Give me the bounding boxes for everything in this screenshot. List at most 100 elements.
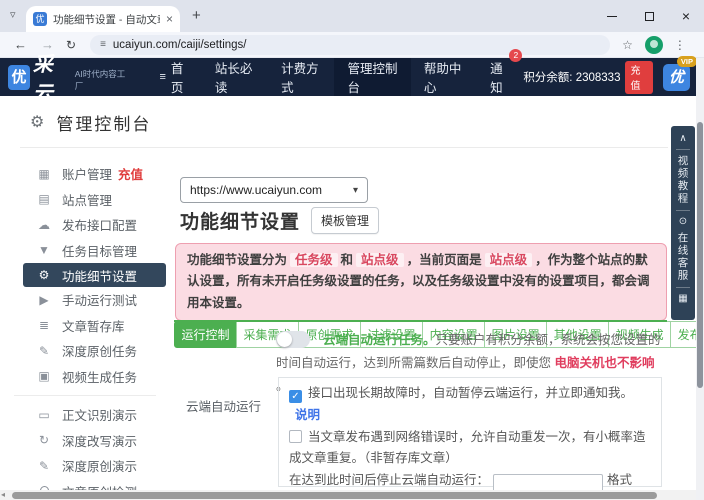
sidebar-item-sites[interactable]: ▤ 站点管理 [0,187,170,213]
sidebar-item-label: 任务目标管理 [62,241,137,260]
avatar[interactable]: 优 [663,64,690,91]
tab-close-icon[interactable]: × [166,12,173,26]
sidebar-item-label: 手动运行测试 [62,290,137,309]
online-service-link[interactable]: 在线客服 [676,232,691,282]
back-to-top-button[interactable]: ∧ [679,133,686,144]
page-title: 管理控制台 [56,110,151,135]
sidebar-recharge-link[interactable]: 充值 [118,164,143,183]
section-heading: 功能细节设置 [180,207,300,234]
browser-tab[interactable]: 优 功能细节设置 - 自动文章采集... × [26,6,180,32]
notice-tag-current-level: 站点级 [485,253,533,267]
site-logo[interactable]: 优 [8,65,30,90]
points-balance: 积分余额: 2308333 [523,69,620,85]
grid-icon: ▤ [36,192,52,206]
tab-run-control[interactable]: 运行控制 [174,321,237,348]
sidebar-item-deep-rewrite-demo[interactable]: ↻ 深度改写演示 [0,428,170,454]
recharge-button[interactable]: 充值 [625,61,653,94]
play-icon: ▶ [36,293,52,307]
template-manage-button[interactable]: 模板管理 [311,207,379,234]
cloud-icon: ☁ [36,218,52,232]
browser-toolbar: ← → ↻ ≡ ucaiyun.com/caiji/settings/ ☆ ⋮ [0,32,704,58]
nav-item-home[interactable]: ≡ 首页 [146,58,201,96]
edit-icon: ✎ [36,344,52,358]
stop-time-label: 在达到此时间后停止云端自动运行： [289,473,489,487]
vertical-scrollbar[interactable] [696,58,704,500]
cloud-autorun-toggle[interactable] [276,331,310,348]
brand-tagline: AI时代内容工厂 [75,68,127,92]
filter-icon: ▼ [36,243,52,257]
sidebar-item-label: 正文识别演示 [62,405,137,424]
format-label: 格式 [607,473,632,487]
refresh-icon: ↻ [36,433,52,447]
sidebar-item-deep-original-task[interactable]: ✎ 深度原创任务 [0,338,170,364]
window-maximize-button[interactable] [645,12,654,21]
browser-profile-avatar[interactable] [645,36,663,54]
nav-item-notifications[interactable]: 通知 2 [477,58,523,96]
headset-icon: ⊙ [679,216,687,227]
sidebar-item-publish-api[interactable]: ☁ 发布接口配置 [0,212,170,238]
sidebar-item-label: 发布接口配置 [62,215,137,234]
window-close-button[interactable]: × [682,9,690,23]
browser-menu-icon[interactable]: ⋮ [674,38,686,52]
sidebar-item-video-task[interactable]: ▣ 视频生成任务 [0,364,170,390]
nav-item-label: 管理控制台 [347,58,397,96]
toggle-title: 云端自动运行任务。 [323,333,436,347]
sidebar-divider [14,395,156,396]
horizontal-scrollbar-thumb[interactable] [12,492,657,499]
sidebar-item-label: 深度改写演示 [62,431,137,450]
heading-row: 功能细节设置 模板管理 [180,207,379,234]
scroll-left-arrow-icon[interactable]: ◂ [1,490,5,500]
edit-icon: ✎ [36,459,52,473]
site-favicon: 优 [33,12,47,26]
floating-sidebar: ∧ 视频教程 ⊙ 在线客服 ▦ [671,126,695,320]
nav-item-label: 首页 [171,58,189,96]
tab-search-chevron-icon[interactable]: ▿ [10,8,16,21]
back-icon[interactable]: ← [14,37,27,52]
option-text: 接口出现长期故障时，自动暂停云端运行，并立即通知我。 [308,386,633,400]
window-minimize-button[interactable] [607,16,617,17]
site-info-icon[interactable]: ≡ [100,39,106,50]
nav-item-console[interactable]: 管理控制台 [334,58,410,96]
sidebar-item-task-targets[interactable]: ▼ 任务目标管理 [0,238,170,264]
sidebar-item-account[interactable]: ▦ 账户管理 充值 [0,161,170,187]
user-avatar-wrap[interactable]: 优 VIP [663,64,690,91]
explain-link[interactable]: 说明 [295,408,320,422]
option-row-retry-on-error: 当文章发布遇到网络错误时，允许自动重发一次，有小概率造成文章重复。（非暂存库文章… [289,427,651,471]
new-tab-button[interactable]: + [192,7,201,24]
sidebar-item-article-staging[interactable]: ≣ 文章暂存库 [0,313,170,339]
sidebar: ▦ 账户管理 充值 ▤ 站点管理 ☁ 发布接口配置 ▼ 任务目标管理 ⚙ 功能细… [0,161,170,500]
notice-text: 和 [341,253,354,267]
window-controls: × [607,0,690,32]
option-row-pause-on-failure: ✓ 接口出现长期故障时，自动暂停云端运行，并立即通知我。说明 [289,383,651,427]
monitor-icon: ▭ [36,408,52,422]
floatbar-divider [676,210,690,211]
bookmark-star-icon[interactable]: ☆ [622,38,633,52]
notice-text: ，当前页面是 [407,253,482,267]
nav-item-help[interactable]: 帮助中心 [411,58,477,96]
notification-badge: 2 [509,49,522,62]
sidebar-item-deep-original-demo[interactable]: ✎ 深度原创演示 [0,453,170,479]
checkbox-retry-on-error[interactable] [289,430,302,443]
sidebar-item-content-recognition-demo[interactable]: ▭ 正文识别演示 [0,402,170,428]
site-selector[interactable]: https://www.ucaiyun.com ▾ [180,177,368,203]
sidebar-item-manual-test[interactable]: ▶ 手动运行测试 [0,287,170,313]
form-label-cloud-autorun: 云端自动运行 [186,396,261,415]
nav-item-must-read[interactable]: 站长必读 [202,58,268,96]
menu-icon: ≡ [159,71,165,83]
address-bar[interactable]: ≡ ucaiyun.com/caiji/settings/ [90,35,610,55]
checkbox-pause-on-failure[interactable]: ✓ [289,390,302,403]
page-title-row: ⚙ 管理控制台 [0,96,704,148]
chevron-down-icon: ▾ [353,185,358,196]
sidebar-item-label: 文章暂存库 [62,316,125,335]
floatbar-divider [676,149,690,150]
notice-text: 功能细节设置分为 [187,253,287,267]
tab-title: 功能细节设置 - 自动文章采集... [53,12,160,27]
vertical-scrollbar-thumb[interactable] [697,122,703,388]
sidebar-item-label: 功能细节设置 [62,266,137,285]
nav-item-pricing[interactable]: 计费方式 [268,58,334,96]
video-tutorial-link[interactable]: 视频教程 [676,155,691,205]
sidebar-item-feature-settings[interactable]: ⚙ 功能细节设置 [23,263,166,287]
nav-item-label: 通知 2 [490,58,510,96]
qr-code-icon[interactable]: ▦ [678,293,687,304]
tabs-underline [174,320,667,322]
